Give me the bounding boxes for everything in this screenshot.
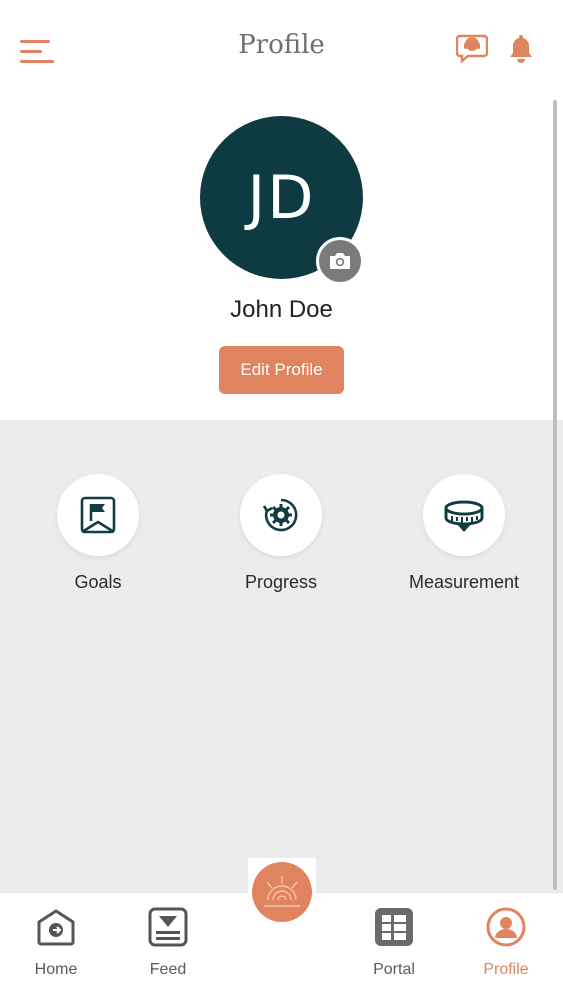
goals-tile[interactable]: Goals	[8, 474, 188, 593]
goals-label: Goals	[74, 572, 122, 592]
progress-label: Progress	[244, 572, 318, 592]
nav-item-portal[interactable]: Portal	[349, 905, 439, 979]
camera-icon[interactable]	[316, 237, 364, 285]
scrollbar[interactable]	[553, 100, 557, 890]
chat-support-icon[interactable]	[455, 32, 489, 64]
nav-item-feed[interactable]: Feed	[123, 905, 213, 979]
home-icon	[34, 905, 78, 949]
profile-icon	[484, 905, 528, 949]
profile-content: JD John Doe Edit Profile Goals Progress …	[0, 96, 563, 892]
nav-label-feed: Feed	[149, 961, 187, 978]
measurement-tile[interactable]: Measurement	[374, 474, 554, 593]
brand-logo-disc	[252, 862, 312, 922]
nav-label-profile: Profile	[483, 961, 529, 978]
progress-gear-icon	[240, 474, 322, 556]
nav-label-portal: Portal	[373, 961, 415, 978]
progress-tile[interactable]: Progress	[191, 474, 371, 593]
nav-item-profile[interactable]: Profile	[461, 905, 551, 979]
nav-label-home: Home	[34, 961, 78, 978]
bell-icon[interactable]	[506, 32, 536, 64]
nav-item-home[interactable]: Home	[11, 905, 101, 979]
flag-icon	[57, 474, 139, 556]
user-name: John Doe	[230, 296, 333, 323]
brand-logo[interactable]	[248, 858, 316, 926]
edit-profile-button[interactable]: Edit Profile	[219, 346, 344, 394]
profile-card: JD John Doe Edit Profile	[0, 96, 563, 420]
measurement-label: Measurement	[408, 572, 520, 592]
measuring-tape-icon	[423, 474, 505, 556]
app-header: Profile	[0, 0, 563, 96]
feed-icon	[146, 905, 190, 949]
portal-grid-icon	[372, 905, 416, 949]
